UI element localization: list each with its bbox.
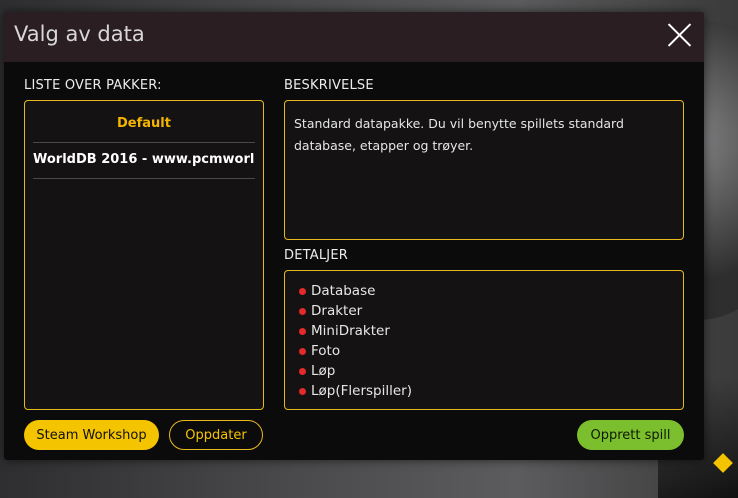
detail-item: Drakter — [299, 301, 669, 321]
package-list[interactable]: Default WorldDB 2016 - www.pcmworl.. — [24, 100, 264, 410]
package-item-worlddb[interactable]: WorldDB 2016 - www.pcmworl.. — [33, 143, 255, 179]
package-item-default[interactable]: Default — [33, 107, 255, 143]
details-label: DETALJER — [284, 248, 348, 263]
bullet-icon — [299, 287, 306, 295]
steam-workshop-button[interactable]: Steam Workshop — [24, 420, 159, 450]
bullet-icon — [299, 347, 306, 355]
detail-item: Løp(Flerspiller) — [299, 381, 669, 401]
detail-item: MiniDrakter — [299, 321, 669, 341]
detail-label: Drakter — [311, 303, 363, 319]
update-button[interactable]: Oppdater — [169, 420, 263, 450]
detail-label: Foto — [311, 343, 341, 359]
bullet-icon — [299, 327, 306, 335]
detail-label: Løp(Flerspiller) — [311, 383, 412, 399]
bullet-icon — [299, 307, 306, 315]
create-game-button[interactable]: Opprett spill — [577, 420, 684, 450]
bullet-icon — [299, 367, 306, 375]
package-list-label: LISTE OVER PAKKER: — [24, 78, 162, 93]
bullet-icon — [299, 387, 306, 395]
description-label: BESKRIVELSE — [284, 78, 374, 93]
details-box: Database Drakter MiniDrakter Foto Løp Lø… — [284, 270, 684, 410]
detail-item: Database — [299, 281, 669, 301]
detail-label: MiniDrakter — [311, 323, 390, 339]
description-box: Standard datapakke. Du vil benytte spill… — [284, 100, 684, 240]
description-text: Standard datapakke. Du vil benytte spill… — [294, 116, 624, 153]
detail-item: Løp — [299, 361, 669, 381]
dialog-title: Valg av data — [14, 22, 145, 46]
dialog-titlebar: Valg av data — [4, 12, 704, 62]
data-selection-dialog: Valg av data LISTE OVER PAKKER: Default … — [4, 12, 704, 460]
detail-item: Foto — [299, 341, 669, 361]
detail-label: Database — [311, 283, 376, 299]
detail-label: Løp — [311, 363, 336, 379]
close-icon[interactable] — [666, 22, 692, 48]
